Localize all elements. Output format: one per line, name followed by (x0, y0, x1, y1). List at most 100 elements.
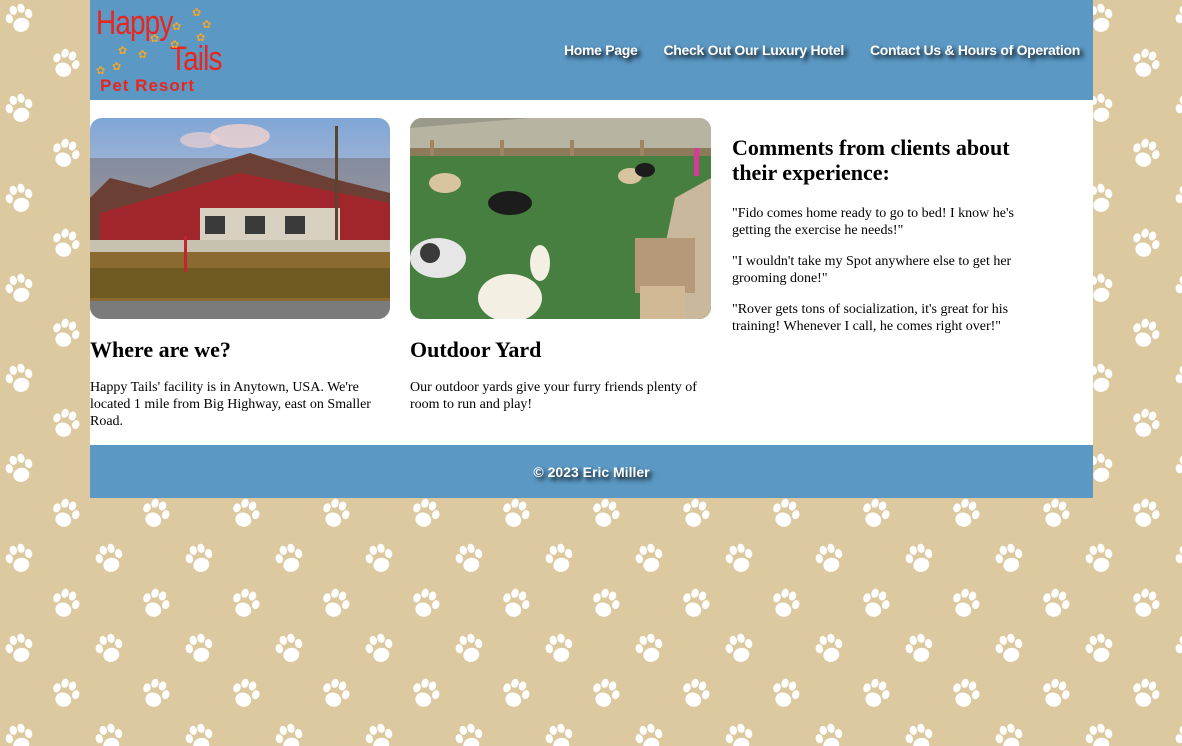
paw-print-icon (455, 633, 483, 662)
paw-print-icon (53, 498, 80, 527)
paw-print-icon (5, 93, 33, 122)
paw-print-icon (5, 723, 33, 746)
logo-paw-icon: ✿ (112, 61, 122, 73)
paw-print-icon (53, 138, 80, 167)
paw-print-icon (1085, 543, 1113, 572)
paw-print-icon (683, 678, 710, 707)
paw-print-icon (5, 363, 33, 392)
facility-photo (90, 118, 390, 319)
paw-print-icon (53, 408, 80, 437)
paw-print-icon (5, 183, 33, 212)
logo-paw-icon: ✿ (170, 39, 180, 51)
paw-print-icon (1043, 498, 1070, 527)
paw-print-icon (53, 318, 80, 347)
paw-print-icon (545, 543, 573, 572)
paw-print-icon (725, 633, 753, 662)
logo-line-3: Pet Resort (100, 76, 196, 95)
logo-paw-icon: ✿ (118, 45, 128, 57)
paw-print-icon (1175, 275, 1182, 294)
paw-print-icon (1085, 633, 1113, 662)
paw-print-icon (725, 723, 753, 746)
paw-print-icon (503, 498, 530, 527)
nav-home-link[interactable]: Home Page (564, 42, 638, 58)
paw-print-icon (1175, 635, 1182, 654)
paw-print-icon (1175, 185, 1182, 204)
paw-print-icon (1133, 318, 1160, 347)
logo-line-1: Happy (96, 4, 173, 42)
paw-print-icon (455, 543, 483, 572)
paw-print-icon (185, 633, 213, 662)
paw-print-icon (773, 498, 800, 527)
paw-print-icon (413, 588, 440, 617)
yard-photo (410, 118, 711, 319)
paw-print-icon (905, 633, 933, 662)
paw-print-icon (503, 678, 530, 707)
section-yard: Outdoor Yard Our outdoor yards give your… (410, 118, 711, 413)
paw-print-icon (593, 588, 620, 617)
paw-print-icon (413, 678, 440, 707)
paw-print-icon (275, 633, 303, 662)
paw-print-icon (1175, 545, 1182, 564)
paw-print-icon (53, 48, 80, 77)
paw-print-icon (545, 633, 573, 662)
paw-print-icon (635, 723, 663, 746)
paw-print-icon (1133, 48, 1160, 77)
logo-paw-icon: ✿ (96, 65, 106, 77)
nav-contact-link[interactable]: Contact Us & Hours of Operation (870, 42, 1080, 58)
comment-quote: "Fido comes home ready to go to bed! I k… (732, 206, 1014, 238)
paw-print-icon (95, 633, 123, 662)
paw-print-icon (1043, 588, 1070, 617)
paw-print-icon (233, 498, 260, 527)
paw-print-icon (1043, 678, 1070, 707)
paw-print-icon (365, 633, 393, 662)
paw-print-icon (5, 543, 33, 572)
paw-print-icon (635, 543, 663, 572)
paw-print-icon (143, 498, 170, 527)
paw-print-icon (593, 498, 620, 527)
paw-print-icon (593, 678, 620, 707)
paw-print-icon (815, 633, 843, 662)
paw-print-icon (1133, 228, 1160, 257)
paw-print-icon (1133, 138, 1160, 167)
paw-print-icon (95, 723, 123, 746)
paw-print-icon (143, 588, 170, 617)
comment-quote: "I wouldn't take my Spot anywhere else t… (732, 254, 1012, 286)
paw-print-icon (953, 678, 980, 707)
paw-print-icon (545, 723, 573, 746)
paw-print-icon (5, 273, 33, 302)
main-nav: Home Page Check Out Our Luxury Hotel Con… (542, 42, 1080, 62)
paw-print-icon (53, 588, 80, 617)
nav-hotel-link[interactable]: Check Out Our Luxury Hotel (664, 42, 845, 58)
paw-print-icon (863, 498, 890, 527)
logo-paw-icon: ✿ (202, 19, 212, 31)
paw-print-icon (1133, 408, 1160, 437)
paw-print-icon (815, 543, 843, 572)
paw-print-icon (365, 543, 393, 572)
site-header: Happy Tails Pet Resort ✿ ✿ ✿ ✿ ✿ ✿ ✿ ✿ ✿… (90, 0, 1093, 100)
comments-heading: Comments from clients about their experi… (732, 135, 1010, 185)
paw-print-icon (323, 498, 350, 527)
paw-print-icon (185, 543, 213, 572)
paw-print-icon (1133, 678, 1160, 707)
paw-print-icon (1175, 725, 1182, 744)
paw-print-icon (1085, 723, 1113, 746)
paw-print-icon (995, 723, 1023, 746)
section-comments: Comments from clients about their experi… (732, 118, 1052, 335)
footer-copyright: © 2023 Eric Miller (533, 464, 650, 480)
paw-print-icon (95, 543, 123, 572)
paw-print-icon (953, 498, 980, 527)
yard-heading: Outdoor Yard (410, 337, 542, 362)
paw-print-icon (143, 678, 170, 707)
logo[interactable]: Happy Tails Pet Resort ✿ ✿ ✿ ✿ ✿ ✿ ✿ ✿ ✿… (92, 4, 232, 96)
comment-quote: "Rover gets tons of socialization, it's … (732, 302, 1009, 334)
logo-paw-icon: ✿ (172, 21, 182, 33)
paw-print-icon (773, 588, 800, 617)
paw-print-icon (1175, 455, 1182, 474)
paw-print-icon (1133, 588, 1160, 617)
paw-print-icon (863, 678, 890, 707)
paw-print-icon (365, 723, 393, 746)
paw-print-icon (233, 588, 260, 617)
paw-print-icon (53, 678, 80, 707)
paw-print-icon (635, 633, 663, 662)
paw-print-icon (323, 678, 350, 707)
